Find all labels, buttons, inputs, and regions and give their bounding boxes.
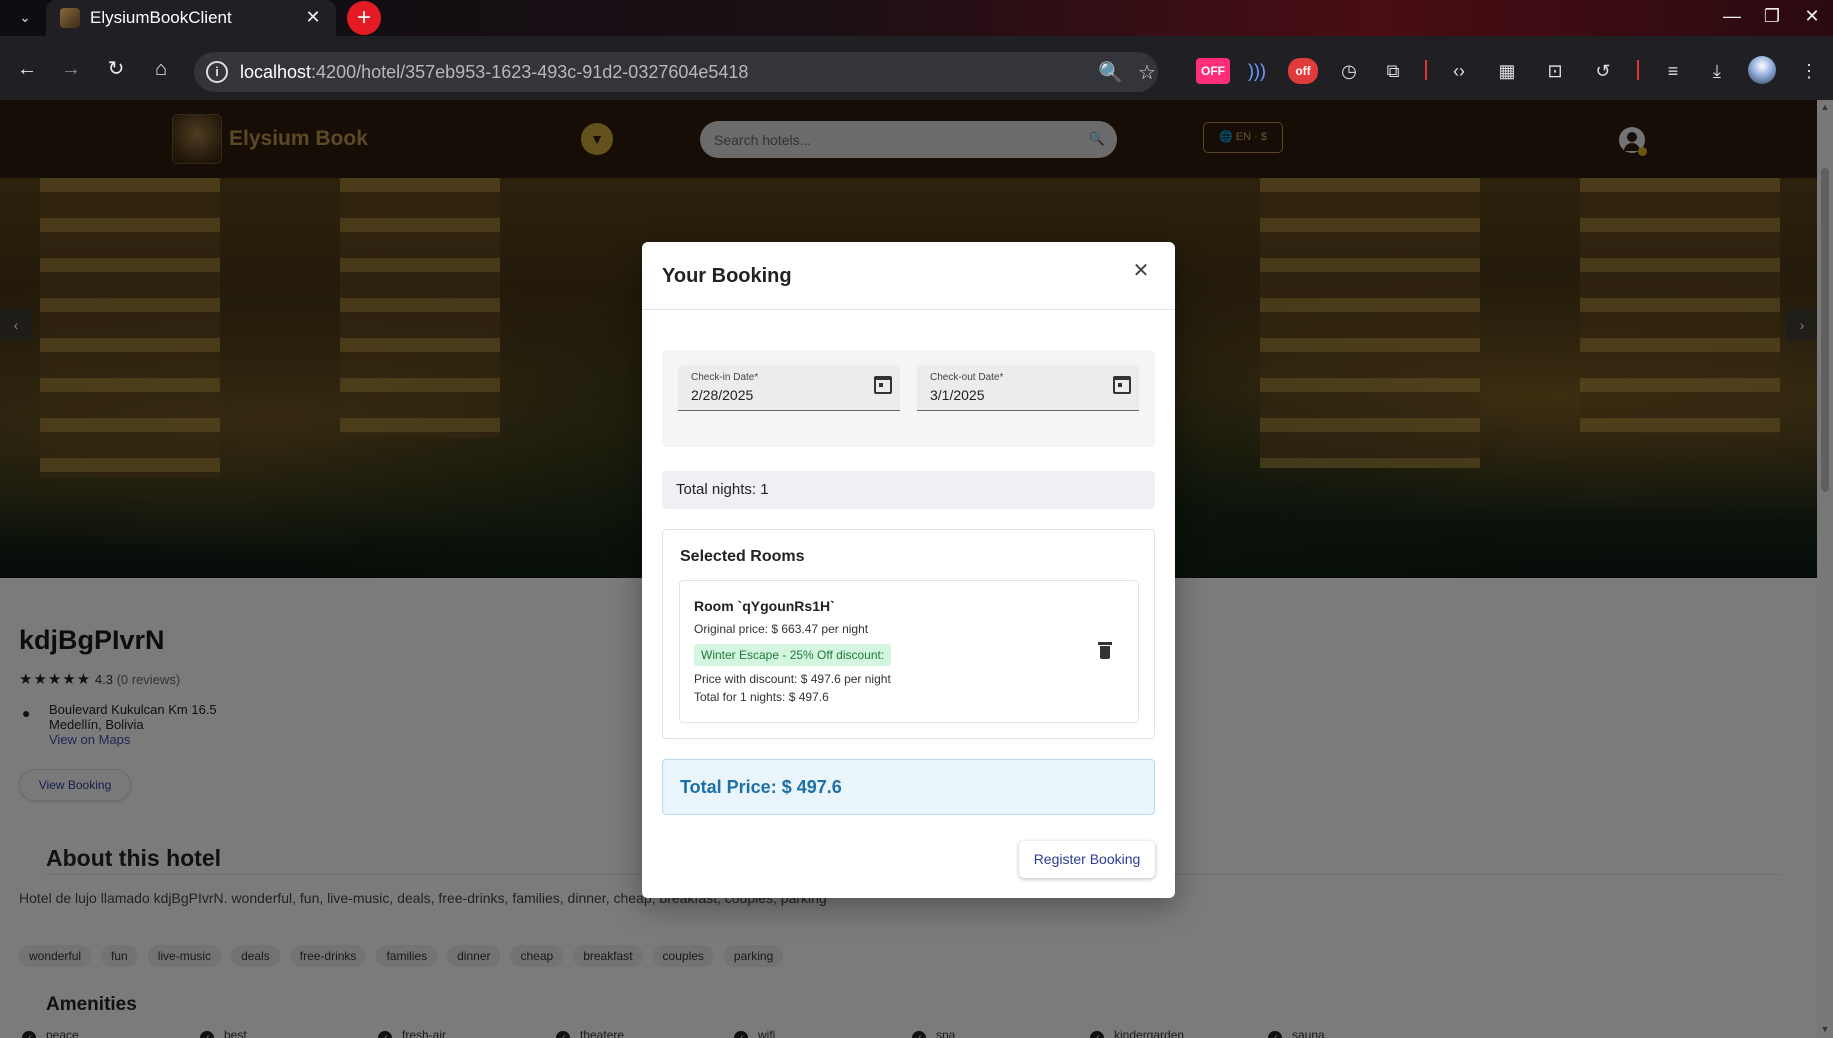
extension-off-badge-icon[interactable]: OFF <box>1196 58 1230 84</box>
calendar-icon[interactable] <box>874 376 892 394</box>
extension-audio-icon[interactable]: ))) <box>1244 58 1270 84</box>
restore-icon[interactable]: ❐ <box>1760 6 1784 27</box>
extensions-puzzle-icon[interactable]: ⧉ <box>1380 58 1406 84</box>
toolbar-separator <box>1425 60 1427 80</box>
reload-icon[interactable]: ↻ <box>103 56 129 82</box>
browser-tab-bar: ⌄ ElysiumBookClient ✕ + — ❐ ✕ <box>0 0 1833 36</box>
download-icon[interactable]: ⤓ <box>1704 58 1730 84</box>
checkout-date-field[interactable]: Check-out Date* 3/1/2025 <box>917 365 1139 411</box>
checkin-date-field[interactable]: Check-in Date* 2/28/2025 <box>678 365 900 411</box>
selected-rooms-card: Selected Rooms Room `qYgounRs1H` Origina… <box>662 529 1155 739</box>
screenshot-icon[interactable]: ⊡ <box>1542 58 1568 84</box>
booking-dialog: Your Booking ✕ Check-in Date* 2/28/2025 … <box>642 242 1175 898</box>
register-booking-button[interactable]: Register Booking <box>1019 841 1155 878</box>
forward-arrow-icon[interactable]: → <box>58 56 84 82</box>
tab-favicon-icon <box>60 8 80 28</box>
trash-icon[interactable] <box>1098 642 1112 660</box>
side-panel-icon[interactable]: ▦ <box>1494 58 1520 84</box>
room-original-price: Original price: $ 663.47 per night <box>694 622 869 636</box>
browser-menu-icon[interactable]: ⋮ <box>1796 58 1822 84</box>
total-nights: Total nights: 1 <box>662 471 1155 509</box>
devtools-code-icon[interactable]: ‹› <box>1446 58 1472 84</box>
media-queue-icon[interactable]: ≡ <box>1660 58 1686 84</box>
extension-off-icon[interactable]: off <box>1288 58 1318 84</box>
browser-toolbar: ← → ↻ ⌂ i localhost:4200/hotel/357eb953-… <box>0 36 1833 100</box>
window-close-icon[interactable]: ✕ <box>1800 6 1824 27</box>
tab-title: ElysiumBookClient <box>90 8 232 27</box>
dialog-title: Your Booking <box>662 265 792 287</box>
zoom-icon[interactable]: 🔍 <box>1098 60 1123 85</box>
date-range-panel: Check-in Date* 2/28/2025 Check-out Date*… <box>662 350 1155 447</box>
tab-list-chevron-down-icon[interactable]: ⌄ <box>14 6 36 28</box>
checkout-label: Check-out Date* <box>930 372 1004 383</box>
discount-badge: Winter Escape - 25% Off discount: <box>694 644 892 666</box>
bookmark-star-icon[interactable]: ☆ <box>1138 60 1156 85</box>
back-arrow-icon[interactable]: ← <box>14 56 40 82</box>
page-viewport: Elysium Book ▼ 🔍 🌐 EN · $ ‹ › kdjBgPIvrN… <box>0 100 1833 1038</box>
home-icon[interactable]: ⌂ <box>148 56 174 82</box>
address-bar[interactable]: i localhost:4200/hotel/357eb953-1623-493… <box>194 52 1158 92</box>
room-total: Total for 1 nights: $ 497.6 <box>694 690 829 704</box>
minimize-icon[interactable]: — <box>1720 6 1744 27</box>
tab-close-icon[interactable]: ✕ <box>302 7 324 28</box>
checkout-value[interactable]: 3/1/2025 <box>930 387 985 403</box>
room-name: Room `qYgounRs1H` <box>694 598 835 614</box>
close-icon[interactable]: ✕ <box>1128 258 1154 284</box>
url-text[interactable]: localhost:4200/hotel/357eb953-1623-493c-… <box>240 62 748 83</box>
checkin-value[interactable]: 2/28/2025 <box>691 387 753 403</box>
total-price-box: Total Price: $ 497.6 <box>662 759 1155 815</box>
room-discount-price: Price with discount: $ 497.6 per night <box>694 672 891 686</box>
dialog-divider <box>642 309 1175 310</box>
checkin-label: Check-in Date* <box>691 372 759 383</box>
toolbar-separator-2 <box>1637 60 1639 80</box>
profile-avatar[interactable] <box>1748 56 1776 84</box>
room-list-item: Room `qYgounRs1H` Original price: $ 663.… <box>679 580 1139 723</box>
total-price: Total Price: $ 497.6 <box>680 777 842 797</box>
new-tab-button[interactable]: + <box>347 1 381 35</box>
extension-clock-icon[interactable]: ◷ <box>1336 58 1362 84</box>
history-icon[interactable]: ↺ <box>1590 58 1616 84</box>
site-info-icon[interactable]: i <box>206 61 228 83</box>
calendar-icon[interactable] <box>1113 376 1131 394</box>
selected-rooms-title: Selected Rooms <box>680 548 805 565</box>
browser-tab[interactable]: ElysiumBookClient ✕ <box>46 0 336 36</box>
